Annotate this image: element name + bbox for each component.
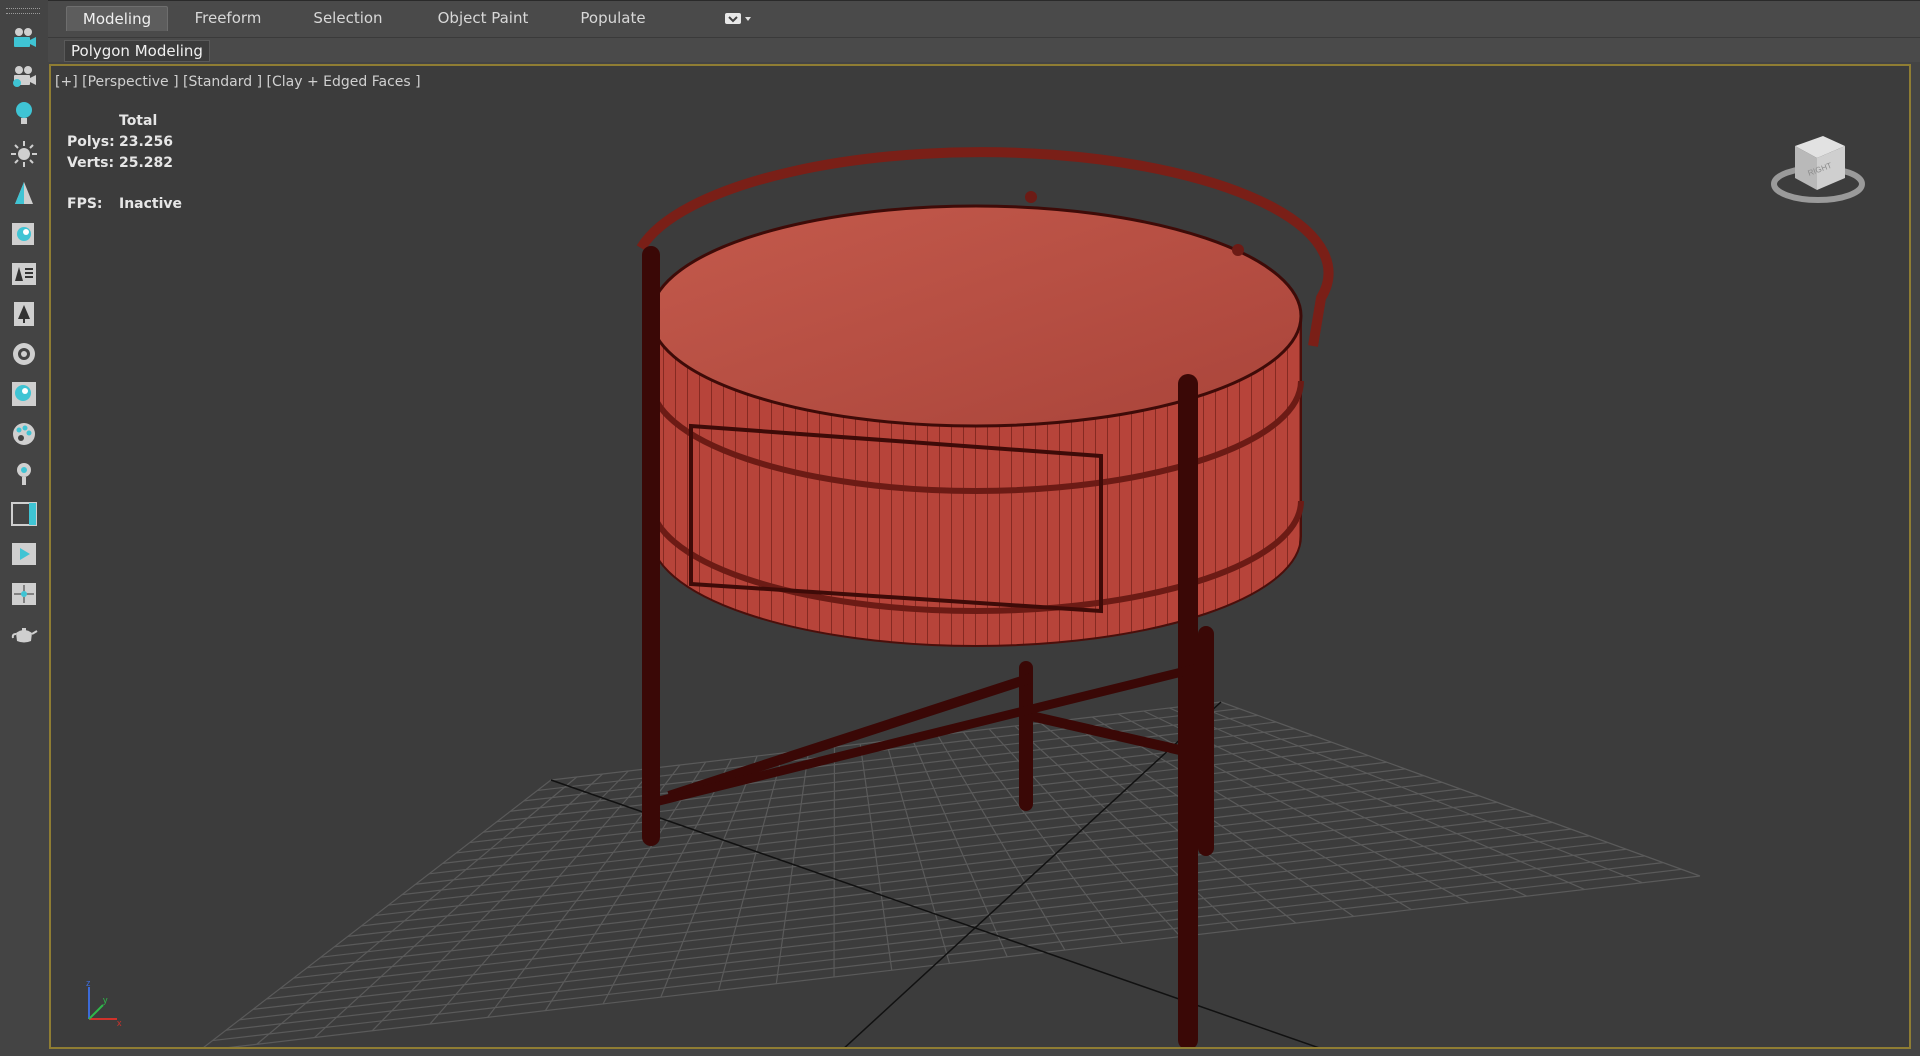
tab-modeling[interactable]: Modeling [66,6,168,31]
grid-line [334,808,1516,948]
tab-selection[interactable]: Selection [298,6,398,30]
tab-freeform[interactable]: Freeform [178,6,278,30]
light-bulb-icon[interactable] [8,98,40,130]
rail-post-back [1025,191,1037,203]
polygon-modeling-panel-button[interactable]: Polygon Modeling [64,40,210,62]
grid-line [320,815,1535,958]
light-probe-icon[interactable] [8,458,40,490]
grid-line [937,734,1066,951]
teapot-icon[interactable] [8,618,40,650]
scene-explorer-icon[interactable] [8,578,40,610]
stats-verts-label: Verts: [67,155,115,171]
sphere-map-icon[interactable] [8,378,40,410]
ribbon-top-divider [48,0,1920,1]
grid-line [361,795,1479,927]
viewport-layout-icon[interactable] [8,498,40,530]
axis-tripod-icon: z y x [81,978,126,1029]
render-setup-icon[interactable] [8,338,40,370]
grid-line [988,728,1181,937]
stats-fps-value: Inactive [119,196,183,212]
ribbon-options-dropdown[interactable] [724,11,754,27]
text-panel-icon[interactable] [8,258,40,290]
grid-line [212,868,1682,1042]
grid-line [1169,707,1585,891]
grid-line [307,821,1553,969]
stats-polys-label: Polys: [67,134,115,150]
foliage-icon[interactable] [8,298,40,330]
rail-post-right [1232,244,1244,256]
ribbon-tab-bar: Modeling Freeform Selection Object Paint… [48,0,1920,37]
sun-icon[interactable] [8,138,40,170]
camera-icon[interactable] [8,22,40,54]
grid-line [347,801,1498,937]
stats-verts-value: 25.282 [119,155,174,171]
ribbon-panel-bar: Polygon Modeling [48,37,1920,62]
viewport-label[interactable]: [+] [Perspective ] [Standard ] [Clay + E… [55,74,421,90]
grid-line [293,828,1572,979]
svg-text:y: y [103,995,108,1005]
stats-total-header: Total [119,113,158,129]
grid-line [885,740,951,964]
grid-line [1220,701,1701,877]
grid-line [226,862,1664,1031]
stats-fps-label: FPS: [67,196,103,212]
perspective-viewport[interactable]: [+] [Perspective ] [Standard ] [Clay + E… [49,64,1911,1049]
stats-polys-value: 23.256 [119,134,174,150]
tab-object-paint[interactable]: Object Paint [418,6,548,30]
paint-palette-icon[interactable] [8,418,40,450]
svg-text:x: x [117,1018,122,1028]
grid-line [203,779,552,1047]
grid-line [266,841,1608,1000]
material-editor-icon[interactable] [8,218,40,250]
ground-grid [203,701,1701,1047]
svg-text:z: z [86,979,91,988]
camera-add-icon[interactable] [8,60,40,92]
viewcube-icon[interactable]: RIGHT [1765,106,1875,216]
grid-line [1040,722,1297,924]
grid-line [253,848,1627,1010]
toolbar-grip[interactable] [6,8,40,14]
table-top [649,204,1303,428]
tree-icon[interactable] [8,178,40,210]
command-toolbar [0,0,48,1056]
render-frame-icon[interactable] [8,538,40,570]
scene-canvas[interactable] [51,66,1911,1049]
tab-populate[interactable]: Populate [568,6,658,30]
